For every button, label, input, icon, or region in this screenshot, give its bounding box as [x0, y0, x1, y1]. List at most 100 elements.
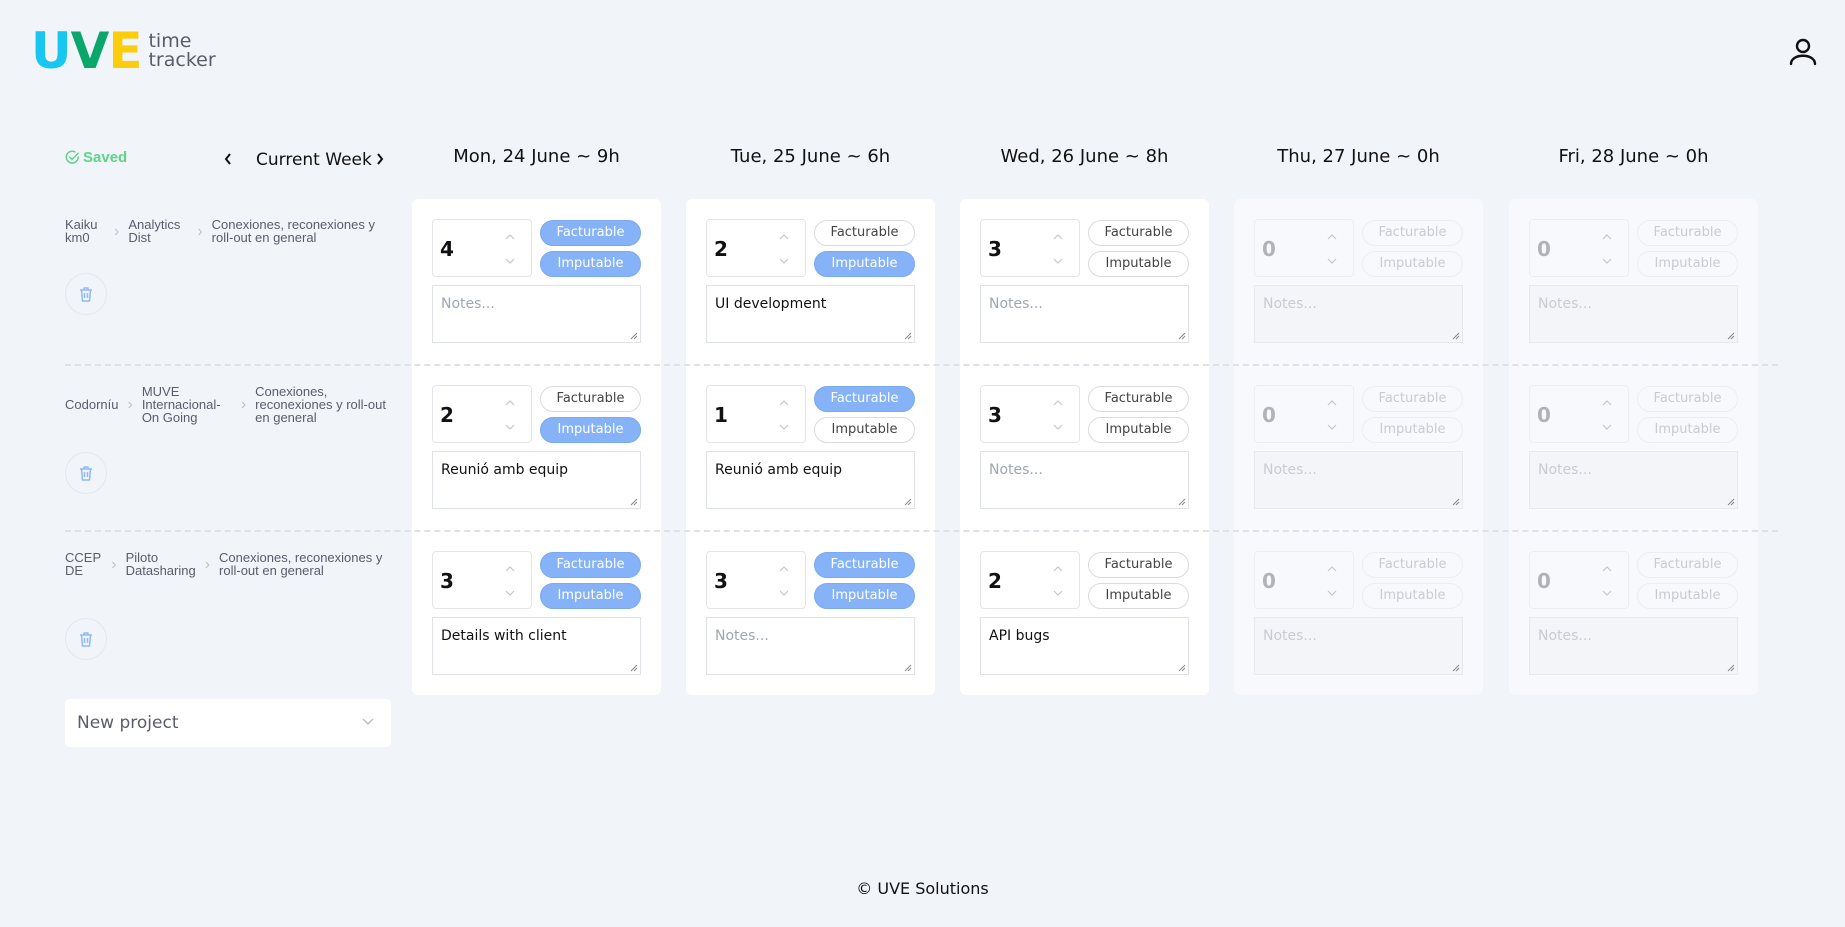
facturable-toggle[interactable]: Facturable [540, 386, 641, 412]
facturable-toggle[interactable]: Facturable [1088, 220, 1189, 246]
notes-textarea[interactable]: Notes... [980, 451, 1189, 509]
increment-button[interactable] [1051, 230, 1065, 242]
notes-textarea[interactable]: Reunió amb equip [432, 451, 641, 509]
row-divider [65, 364, 1778, 366]
time-entry: 0 Facturable Imputable Notes... [1254, 385, 1463, 509]
time-entry: 0 Facturable Imputable Notes... [1254, 551, 1463, 675]
breadcrumb-separator-icon: › [204, 555, 211, 573]
notes-textarea[interactable]: Reunió amb equip [706, 451, 915, 509]
increment-button[interactable] [503, 562, 517, 574]
breadcrumb-separator-icon: › [127, 396, 133, 413]
imputable-toggle[interactable]: Imputable [540, 583, 641, 609]
previous-week-button[interactable] [218, 147, 238, 171]
chevron-up-icon [1602, 234, 1612, 240]
delete-row-button[interactable] [65, 273, 107, 315]
time-entry: 3 Facturable Imputable Details with client [432, 551, 641, 675]
time-entry: 3 Facturable Imputable Notes... [706, 551, 915, 675]
next-week-button[interactable] [370, 147, 390, 171]
notes-textarea[interactable]: Notes... [432, 285, 641, 343]
notes-textarea[interactable]: Details with client [432, 617, 641, 675]
notes-textarea: Notes... [1529, 285, 1738, 343]
day-header: Thu, 27 June ~ 0h [1277, 146, 1440, 167]
imputable-toggle[interactable]: Imputable [1088, 583, 1189, 609]
hours-input[interactable]: 1 [706, 385, 806, 443]
user-menu-button[interactable] [1788, 36, 1818, 68]
imputable-toggle[interactable]: Imputable [540, 251, 641, 277]
notes-textarea: Notes... [1254, 451, 1463, 509]
chevron-down-icon [779, 424, 789, 430]
chevron-up-icon [1602, 400, 1612, 406]
facturable-toggle[interactable]: Facturable [1088, 552, 1189, 578]
chevron-up-icon [1053, 400, 1063, 406]
new-project-select[interactable]: New project [65, 699, 391, 747]
hours-input[interactable]: 4 [432, 219, 532, 277]
project-breadcrumb: Codorníu › MUVE Internacional-On Going › Con… [65, 385, 395, 424]
time-entry: 1 Facturable Imputable Reunió amb equip [706, 385, 915, 509]
increment-button[interactable] [1051, 562, 1065, 574]
hours-input: 0 [1254, 551, 1354, 609]
decrement-button[interactable] [777, 420, 791, 432]
imputable-toggle[interactable]: Imputable [540, 417, 641, 443]
increment-button[interactable] [777, 230, 791, 242]
notes-text: Notes... [1263, 462, 1317, 478]
increment-button[interactable] [503, 396, 517, 408]
chevron-up-icon [1053, 566, 1063, 572]
hours-input[interactable]: 3 [432, 551, 532, 609]
increment-button[interactable] [503, 230, 517, 242]
hours-input[interactable]: 3 [980, 385, 1080, 443]
time-entry: 0 Facturable Imputable Notes... [1529, 551, 1738, 675]
delete-row-button[interactable] [65, 618, 107, 660]
chevron-down-icon [1327, 590, 1337, 596]
notes-textarea[interactable]: UI development [706, 285, 915, 343]
imputable-toggle[interactable]: Imputable [814, 583, 915, 609]
hours-input[interactable]: 2 [980, 551, 1080, 609]
hours-input[interactable]: 3 [980, 219, 1080, 277]
hours-input[interactable]: 3 [706, 551, 806, 609]
facturable-toggle[interactable]: Facturable [540, 220, 641, 246]
decrement-button[interactable] [1051, 420, 1065, 432]
decrement-button [1600, 420, 1614, 432]
delete-row-button[interactable] [65, 452, 107, 494]
facturable-toggle[interactable]: Facturable [540, 552, 641, 578]
increment-button [1325, 396, 1339, 408]
chevron-down-icon [1053, 258, 1063, 264]
hours-value: 0 [1262, 403, 1276, 427]
resize-handle-icon [1178, 498, 1186, 506]
notes-textarea[interactable]: Notes... [980, 285, 1189, 343]
increment-button[interactable] [777, 396, 791, 408]
facturable-toggle[interactable]: Facturable [814, 552, 915, 578]
project-breadcrumb: CCEP DE › Piloto Datasharing › Conexiones, r… [65, 551, 395, 577]
imputable-toggle: Imputable [1637, 417, 1738, 443]
increment-button[interactable] [777, 562, 791, 574]
decrement-button[interactable] [503, 420, 517, 432]
decrement-button[interactable] [503, 254, 517, 266]
notes-textarea[interactable]: Notes... [706, 617, 915, 675]
time-entry: 0 Facturable Imputable Notes... [1254, 219, 1463, 343]
facturable-toggle[interactable]: Facturable [1088, 386, 1189, 412]
decrement-button[interactable] [503, 586, 517, 598]
decrement-button[interactable] [777, 586, 791, 598]
hours-value: 1 [714, 403, 728, 427]
notes-textarea[interactable]: API bugs [980, 617, 1189, 675]
decrement-button[interactable] [1051, 254, 1065, 266]
increment-button[interactable] [1051, 396, 1065, 408]
imputable-toggle[interactable]: Imputable [1088, 251, 1189, 277]
trash-icon [80, 286, 92, 302]
notes-text: Notes... [1538, 628, 1592, 644]
decrement-button[interactable] [777, 254, 791, 266]
imputable-toggle: Imputable [1362, 251, 1463, 277]
hours-input: 0 [1529, 385, 1629, 443]
imputable-toggle[interactable]: Imputable [814, 251, 915, 277]
facturable-toggle[interactable]: Facturable [814, 220, 915, 246]
decrement-button[interactable] [1051, 586, 1065, 598]
new-project-label: New project [77, 713, 179, 733]
hours-input[interactable]: 2 [432, 385, 532, 443]
imputable-toggle[interactable]: Imputable [1088, 417, 1189, 443]
imputable-toggle[interactable]: Imputable [814, 417, 915, 443]
hours-input[interactable]: 2 [706, 219, 806, 277]
hours-value: 0 [1537, 237, 1551, 261]
notes-textarea: Notes... [1529, 451, 1738, 509]
notes-text: Reunió amb equip [441, 462, 569, 478]
week-navigator: Current Week [218, 147, 388, 171]
facturable-toggle[interactable]: Facturable [814, 386, 915, 412]
